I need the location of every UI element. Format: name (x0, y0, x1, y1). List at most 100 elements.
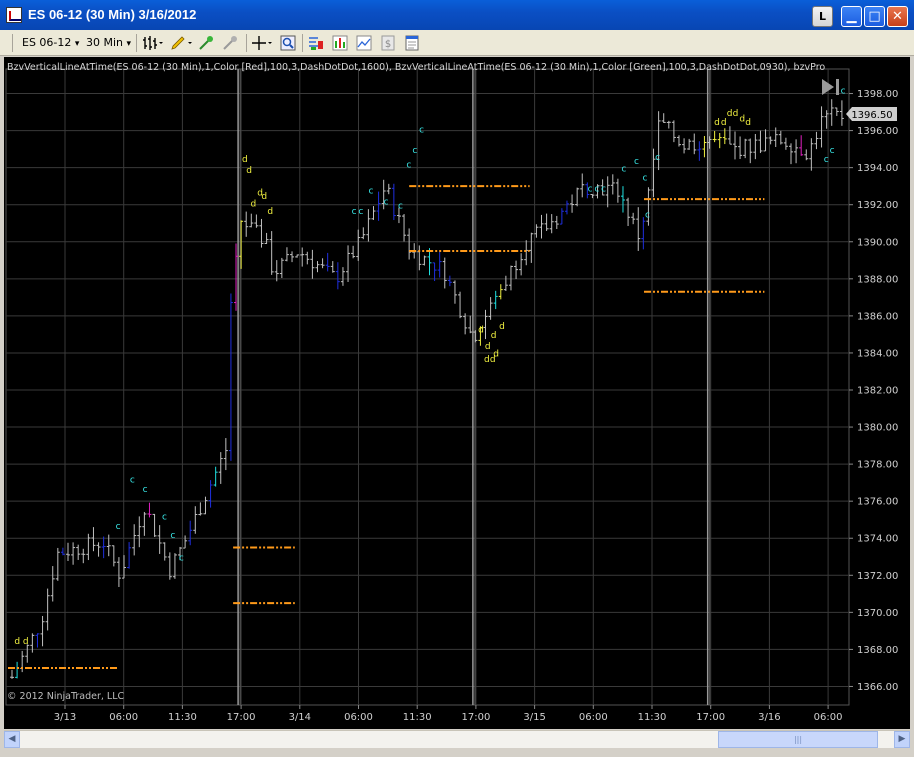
signal-marker: c (398, 201, 403, 211)
chart-properties-icon[interactable] (356, 35, 372, 51)
interval-selector[interactable]: 30 Min ▾ (86, 34, 131, 52)
price-bar (122, 555, 127, 579)
crosshair-icon[interactable] (252, 35, 274, 51)
strategies-icon[interactable] (332, 35, 348, 51)
maximize-button[interactable]: □ (864, 6, 885, 27)
zoom-out-arrow-icon[interactable] (222, 35, 238, 51)
scroll-to-end-icon[interactable] (822, 79, 839, 95)
price-bar (274, 260, 279, 282)
price-bar (554, 215, 559, 230)
price-bar (86, 533, 91, 561)
price-bar (712, 130, 717, 143)
price-chart[interactable]: d dccccccdddddd c ccc ccccdddddd dc c ccccccd dd… (4, 57, 910, 729)
price-bar (539, 214, 544, 239)
price-bar (799, 135, 804, 156)
signal-marker: c (162, 513, 167, 523)
price-bar (570, 194, 575, 213)
zoom-in-arrow-icon[interactable] (198, 35, 214, 51)
price-bar (829, 99, 834, 126)
signal-marker: c (642, 174, 647, 184)
price-bar (208, 480, 213, 508)
price-bar (671, 120, 676, 143)
price-bar (508, 265, 513, 291)
signal-marker: c (419, 125, 424, 135)
signal-marker: d (484, 355, 490, 365)
price-bar (356, 229, 361, 261)
price-bar (717, 132, 722, 149)
window-title: ES 06-12 (30 Min) 3/16/2012 (28, 7, 197, 22)
link-button[interactable]: L (812, 6, 833, 27)
price-bar (71, 542, 76, 565)
y-tick-label: 1390.00 (857, 237, 898, 248)
y-tick-label: 1394.00 (857, 163, 898, 174)
price-bar (743, 138, 748, 159)
price-bar (697, 141, 702, 161)
signal-marker: d (727, 109, 733, 119)
price-bar (661, 113, 666, 124)
price-bar (142, 511, 147, 536)
price-bar (615, 178, 620, 203)
price-bar (81, 548, 86, 564)
close-button[interactable]: ✕ (887, 6, 908, 27)
price-bar (458, 291, 463, 319)
bar-type-icon[interactable] (142, 35, 164, 51)
price-bar (15, 661, 20, 679)
price-bar (631, 212, 636, 225)
signal-marker: d (721, 118, 727, 128)
price-bar (152, 513, 157, 537)
money-icon[interactable]: $ (380, 35, 396, 51)
data-box-icon[interactable] (404, 35, 420, 51)
price-axis[interactable]: 1398.00 1396.00 1394.00 1392.00 1390.00 1388.… (849, 89, 898, 693)
chart-panel[interactable]: ddccccccddddddccccccccdddddddccccccccddd… (4, 57, 910, 729)
signal-marker: d (14, 637, 20, 647)
indicators-icon[interactable] (308, 35, 324, 51)
price-bar (218, 452, 223, 484)
price-bar (432, 262, 437, 282)
price-bar (417, 245, 422, 271)
price-bar (376, 191, 381, 221)
toolbar-separator (246, 34, 247, 52)
scroll-left-button[interactable]: ◀ (4, 731, 20, 748)
price-bar (361, 227, 366, 240)
price-bar (132, 524, 137, 556)
y-tick-label: 1380.00 (857, 423, 898, 434)
signal-marker: d (739, 114, 745, 124)
price-bar (40, 615, 45, 647)
price-bar (111, 545, 116, 567)
x-tick-label: 3/14 (289, 712, 311, 723)
signal-marker: c (352, 207, 357, 217)
signal-marker: c (594, 185, 599, 195)
price-bar (580, 173, 585, 198)
price-bar (468, 315, 473, 334)
interval-label: 30 Min (86, 36, 124, 49)
minimize-button[interactable]: ▁ (841, 6, 862, 27)
price-bar (325, 252, 330, 272)
magnifier-icon[interactable] (280, 35, 296, 51)
drawing-tool-pencil-icon[interactable] (170, 35, 194, 51)
horizontal-scrollbar[interactable]: ◀ ||| ▶ (4, 730, 910, 748)
scroll-thumb[interactable]: ||| (718, 731, 878, 748)
price-bar (488, 297, 493, 320)
last-price-label: 1396.50 (851, 110, 892, 121)
signal-marker: c (358, 207, 363, 217)
price-bar (610, 174, 615, 195)
price-bar (101, 536, 106, 559)
price-bar (290, 251, 295, 263)
time-axis[interactable]: 3/13 06:00 11:30 17:00 3/14 06:00 11:30 17:00 3/… (54, 705, 843, 723)
price-bar (386, 183, 391, 195)
price-bar (147, 502, 152, 518)
plot-border (5, 68, 850, 706)
signal-marker: d (246, 166, 252, 176)
price-bar (66, 542, 71, 561)
price-bar (788, 143, 793, 165)
x-tick-label: 11:30 (168, 712, 197, 723)
signal-marker: d (242, 155, 248, 165)
price-bar (605, 176, 610, 208)
price-bar (305, 251, 310, 265)
instrument-selector[interactable]: ES 06-12 ▾ (22, 34, 79, 52)
signal-markers: d dccccccdddddd c ccc ccccdddddd dc c ccccccd dd… (14, 87, 845, 647)
price-bar (727, 126, 732, 145)
price-bar (636, 207, 641, 251)
scroll-right-button[interactable]: ▶ (894, 731, 910, 748)
last-price-marker: 1396.50 (846, 107, 897, 121)
